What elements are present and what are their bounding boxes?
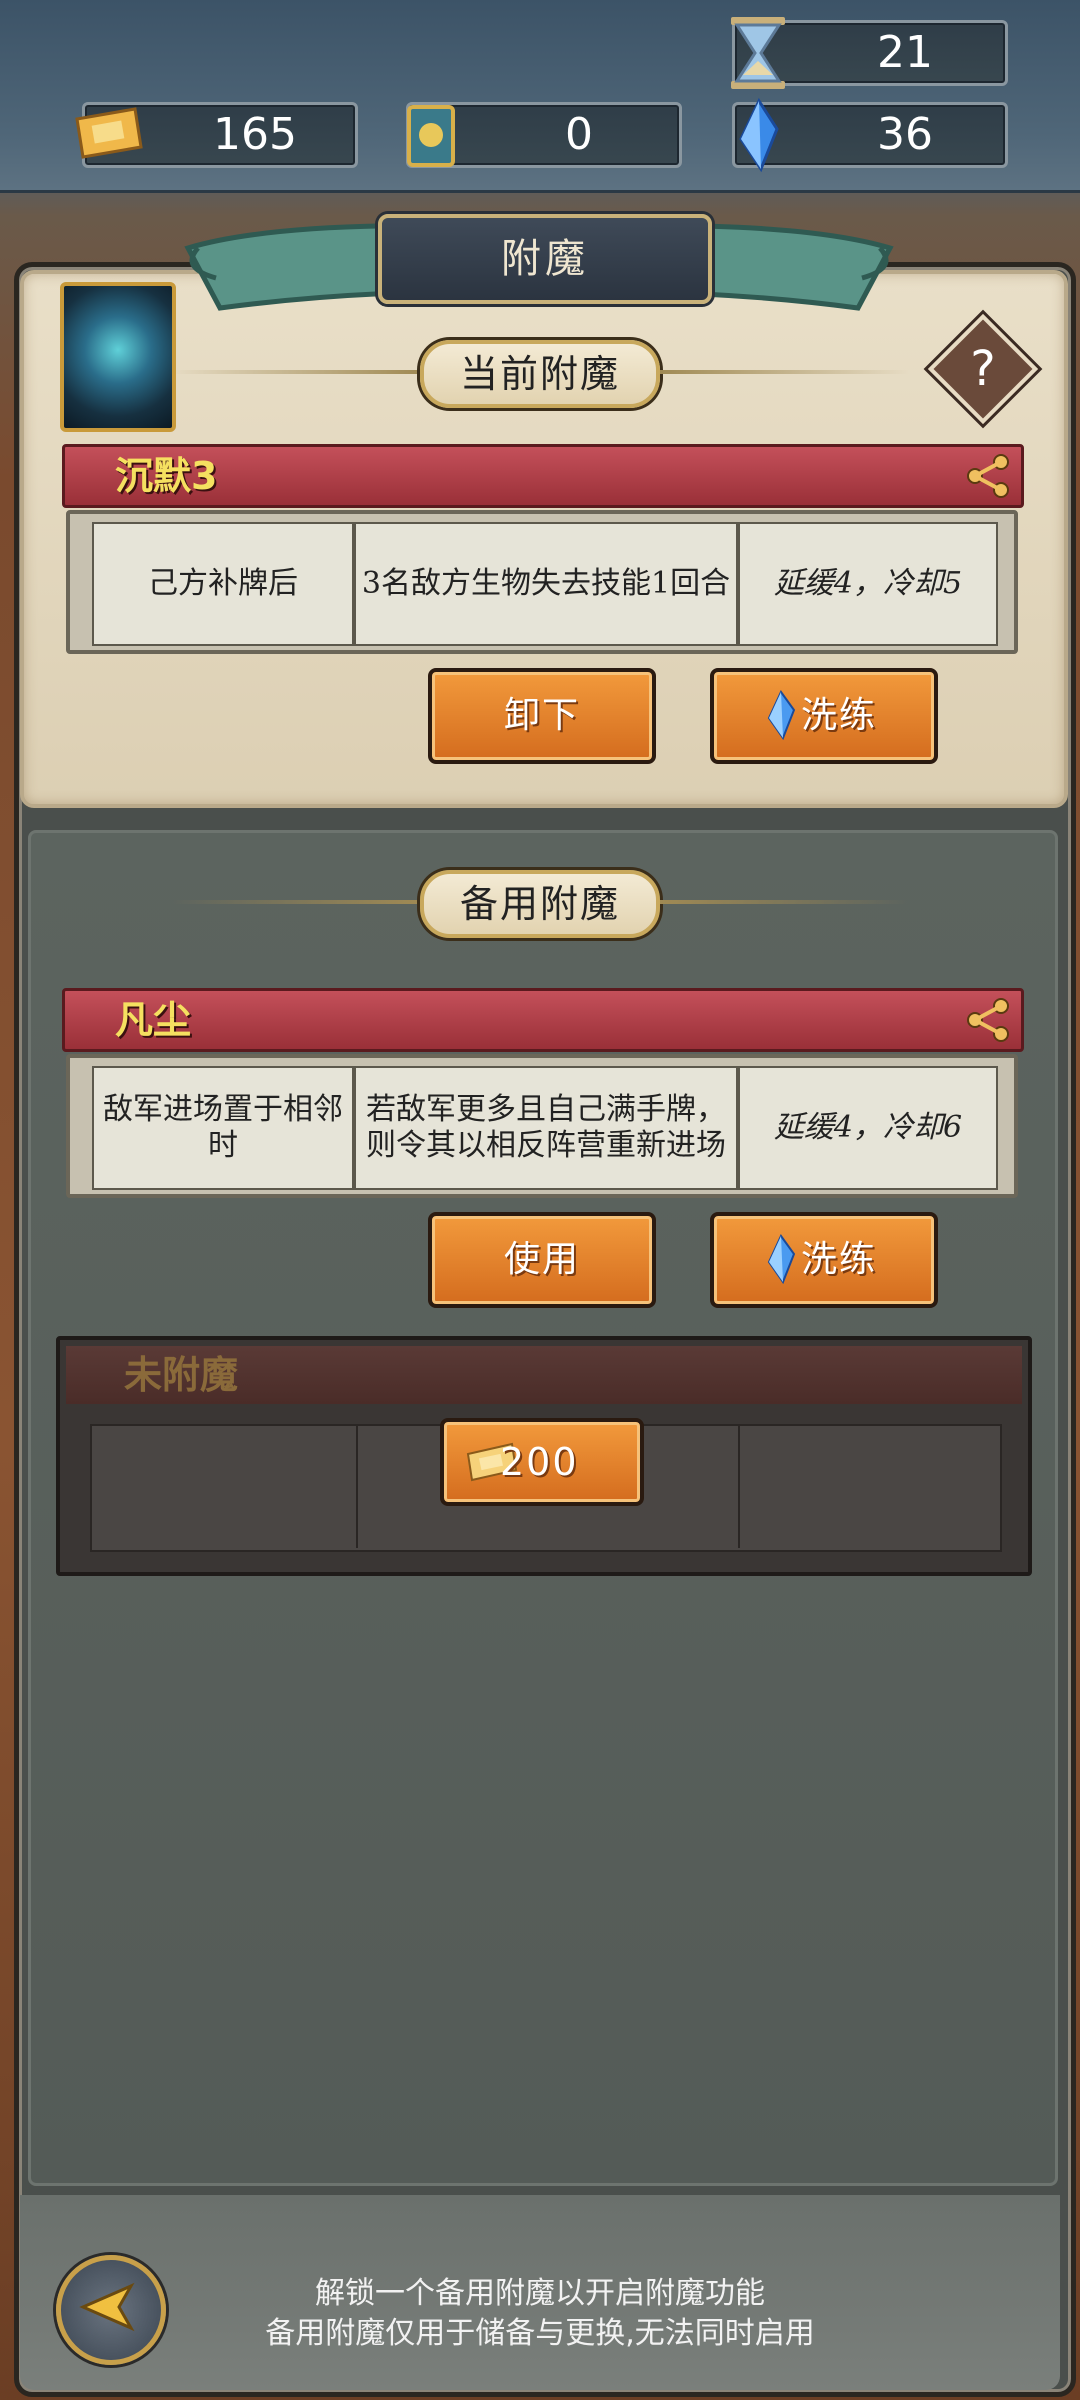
- puzzle-counter: 0: [406, 102, 682, 168]
- backup-section-header: 备用附魔: [170, 870, 910, 938]
- divider: [738, 1424, 740, 1548]
- hourglass-value: 21: [877, 27, 933, 78]
- page-title: 附魔: [378, 214, 712, 304]
- unlock-cost: 200: [500, 1440, 579, 1484]
- current-enchant-trigger: 己方补牌后: [92, 522, 354, 646]
- current-section-title: 当前附魔: [459, 352, 620, 396]
- backup-enchant-timing: 延缓4，冷却6: [738, 1066, 998, 1190]
- gem-value: 36: [877, 109, 933, 160]
- divider-left: [170, 900, 420, 904]
- current-enchant-timing: 延缓4，冷却5: [738, 522, 998, 646]
- backup-section-plate: 备用附魔: [420, 870, 660, 938]
- backup-enchant-effect: 若敌军更多且自己满手牌，则令其以相反阵营重新进场: [354, 1066, 738, 1190]
- current-enchant-effect: 3名敌方生物失去技能1回合: [354, 522, 738, 646]
- current-section-header: 当前附魔: [170, 340, 910, 408]
- share-icon[interactable]: [965, 997, 1011, 1043]
- gem-counter: 36: [732, 97, 1008, 173]
- use-label: 使用: [503, 1239, 580, 1280]
- current-section-plate: 当前附魔: [420, 340, 660, 408]
- footer-tip-2: 备用附魔仅用于储备与更换,无法同时启用: [265, 2316, 815, 2351]
- backup-enchant-card: 凡尘 敌军进场置于相邻时 若敌军更多且自己满手牌，则令其以相反阵营重新进场 延缓…: [62, 988, 1024, 1198]
- use-button[interactable]: 使用: [428, 1212, 656, 1308]
- puzzle-card-icon: [407, 105, 455, 167]
- blue-gem-icon: [739, 97, 779, 173]
- reroll-current-label: 洗练: [800, 695, 877, 736]
- ticket-counter: 165: [75, 102, 358, 168]
- hourglass-counter: 21: [731, 17, 1008, 89]
- reroll-current-button[interactable]: 洗练: [710, 668, 938, 764]
- current-enchant-header: 沉默3: [62, 444, 1024, 508]
- ticket-icon: [75, 107, 143, 159]
- reroll-backup-label: 洗练: [800, 1239, 877, 1280]
- puzzle-value: 0: [565, 109, 593, 160]
- locked-slot-label: 未附魔: [124, 1353, 239, 1397]
- unlock-slot-button[interactable]: 200: [440, 1418, 644, 1506]
- divider-right: [660, 370, 910, 374]
- back-arrow-icon: [79, 2282, 135, 2332]
- current-enchant-name: 沉默3: [115, 454, 218, 498]
- unequip-button[interactable]: 卸下: [428, 668, 656, 764]
- backup-enchant-table: 敌军进场置于相邻时 若敌军更多且自己满手牌，则令其以相反阵营重新进场 延缓4，冷…: [66, 1054, 1018, 1198]
- ticket-value: 165: [213, 109, 297, 160]
- current-enchant-card: 沉默3 己方补牌后 3名敌方生物失去技能1回合 延缓4，冷却5: [62, 444, 1024, 654]
- back-button[interactable]: [56, 2255, 166, 2365]
- hourglass-icon: [731, 17, 785, 89]
- backup-section-title: 备用附魔: [459, 882, 620, 926]
- backup-enchant-trigger: 敌军进场置于相邻时: [92, 1066, 354, 1190]
- hero-avatar[interactable]: [60, 282, 176, 432]
- divider-right: [660, 900, 910, 904]
- backup-enchant-name: 凡尘: [115, 998, 192, 1042]
- reroll-backup-button[interactable]: 洗练: [710, 1212, 938, 1308]
- divider-left: [170, 370, 420, 374]
- unequip-label: 卸下: [503, 695, 580, 736]
- locked-slot-header: 未附魔: [66, 1346, 1022, 1404]
- share-icon[interactable]: [965, 453, 1011, 499]
- backup-enchant-header: 凡尘: [62, 988, 1024, 1052]
- question-icon: ?: [970, 341, 996, 397]
- current-enchant-table: 己方补牌后 3名敌方生物失去技能1回合 延缓4，冷却5: [66, 510, 1018, 654]
- footer-tip-1: 解锁一个备用附魔以开启附魔功能: [315, 2276, 765, 2311]
- divider: [356, 1424, 358, 1548]
- page-title-text: 附魔: [501, 236, 589, 282]
